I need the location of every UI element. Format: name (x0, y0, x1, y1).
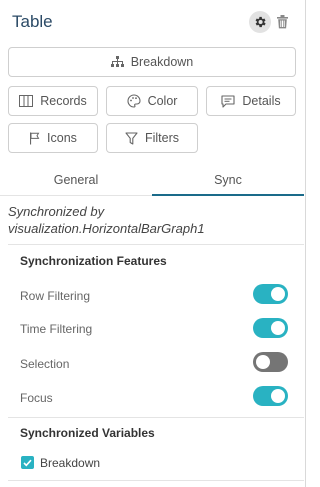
settings-button[interactable] (249, 11, 271, 33)
delete-button[interactable] (275, 13, 289, 31)
sync-source-text: Synchronized by visualization.Horizontal… (8, 203, 205, 237)
breakdown-checkbox-label: Breakdown (40, 456, 101, 470)
sync-source-line1: Synchronized by (8, 204, 105, 219)
hierarchy-icon (110, 56, 124, 67)
toggle-knob (271, 389, 285, 403)
details-button[interactable]: Details (206, 86, 296, 116)
toggle-knob (256, 355, 270, 369)
time-filtering-toggle[interactable] (253, 318, 288, 338)
time-filtering-label: Time Filtering (20, 322, 93, 336)
palette-icon (127, 94, 141, 108)
details-button-label: Details (242, 94, 281, 108)
flag-icon (30, 132, 40, 144)
tab-general[interactable]: General (0, 170, 152, 196)
panel-header: Table (0, 0, 306, 46)
checkmark-icon (23, 459, 32, 466)
sync-features-title: Synchronization Features (20, 254, 167, 268)
icons-button-label: Icons (47, 131, 77, 145)
selection-label: Selection (20, 357, 70, 371)
selection-toggle[interactable] (253, 352, 288, 372)
filter-icon (125, 131, 138, 145)
divider (8, 417, 304, 418)
divider (8, 480, 304, 481)
properties-panel: Table Breakdown Records Color Details Ic… (0, 0, 306, 487)
focus-toggle[interactable] (253, 386, 288, 406)
trash-icon (276, 15, 288, 29)
focus-label: Focus (20, 391, 53, 405)
breakdown-checkbox[interactable] (21, 456, 34, 469)
sync-source-line2: visualization.HorizontalBarGraph1 (8, 221, 205, 236)
toggle-knob (271, 287, 285, 301)
color-button[interactable]: Color (106, 86, 198, 116)
filters-button[interactable]: Filters (106, 123, 198, 153)
comment-icon (221, 94, 235, 108)
breakdown-button[interactable]: Breakdown (8, 47, 296, 77)
breakdown-button-label: Breakdown (130, 55, 194, 69)
color-button-label: Color (147, 94, 178, 108)
row-filtering-toggle[interactable] (253, 284, 288, 304)
sync-variables-title: Synchronized Variables (20, 426, 155, 440)
filters-button-label: Filters (144, 131, 180, 145)
gear-icon (255, 16, 266, 28)
tab-bar: General Sync (0, 170, 304, 196)
row-filtering-label: Row Filtering (20, 289, 91, 303)
icons-button[interactable]: Icons (8, 123, 98, 153)
records-button-label: Records (40, 94, 87, 108)
records-button[interactable]: Records (8, 86, 98, 116)
columns-icon (19, 95, 34, 107)
toggle-knob (271, 321, 285, 335)
tab-sync[interactable]: Sync (152, 170, 304, 196)
divider (8, 244, 304, 245)
panel-title: Table (12, 12, 53, 31)
